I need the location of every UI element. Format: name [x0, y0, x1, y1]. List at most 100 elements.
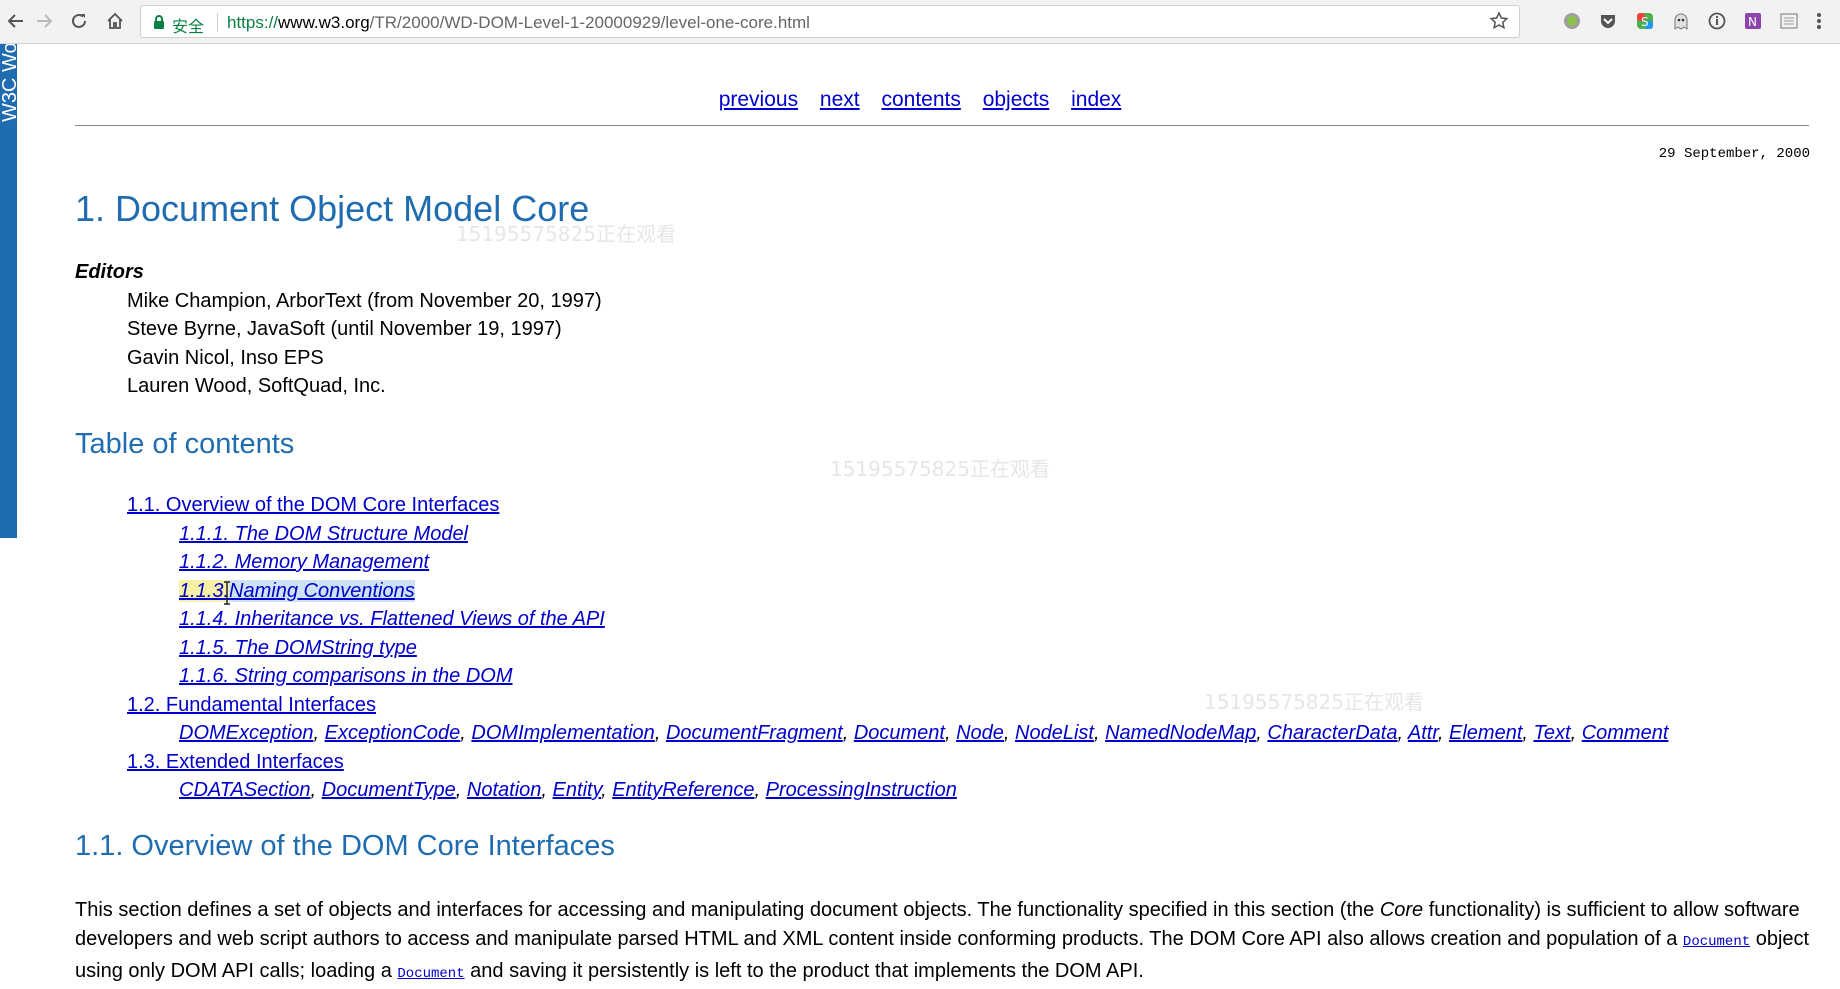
info-icon[interactable]	[1706, 10, 1728, 32]
ghost-icon[interactable]	[1670, 10, 1692, 32]
toc-link-1-1-4[interactable]: 1.1.4. Inheritance vs. Flattened Views o…	[179, 608, 605, 630]
toc-link-1-2[interactable]: 1.2. Fundamental Interfaces	[127, 694, 376, 716]
list-separator: ,	[1522, 722, 1534, 744]
publication-date: 29 September, 2000	[1658, 146, 1810, 162]
interface-link[interactable]: ProcessingInstruction	[766, 779, 957, 801]
reload-button[interactable]	[65, 7, 93, 35]
url-scheme: https://	[227, 13, 279, 32]
toc-heading: Table of contents	[75, 428, 295, 460]
viewer-watermark: 15195575825正在观看	[1204, 690, 1424, 714]
list-separator: ,	[842, 722, 854, 744]
interface-link-list: CDATASection, DocumentType, Notation, En…	[179, 779, 957, 802]
toc-link-1-1-2[interactable]: 1.1.2. Memory Management	[179, 551, 429, 573]
list-separator: ,	[1093, 722, 1106, 744]
interface-link[interactable]: Document	[854, 722, 945, 744]
interface-link[interactable]: CDATASection	[179, 779, 311, 801]
paragraph-text: This section defines a set of objects an…	[75, 899, 1380, 921]
pocket-icon[interactable]	[1597, 10, 1619, 32]
list-separator: ,	[541, 779, 553, 801]
viewer-watermark: 15195575825正在观看	[830, 457, 1050, 481]
paragraph-text: and saving it persistently is left to th…	[464, 960, 1144, 982]
interface-link[interactable]: Text	[1534, 722, 1571, 744]
toc-link-1-1[interactable]: 1.1. Overview of the DOM Core Interfaces	[127, 494, 499, 516]
lock-icon	[154, 15, 164, 29]
top-navigation: previous next contents objects index	[0, 88, 1840, 112]
forward-button[interactable]	[30, 7, 58, 35]
nav-index-link[interactable]: index	[1071, 88, 1121, 111]
toc-item: 1.3. Extended Interfaces	[127, 751, 344, 774]
nav-contents-link[interactable]: contents	[881, 88, 960, 111]
reader-icon[interactable]	[1778, 10, 1800, 32]
list-separator: ,	[754, 779, 766, 801]
interface-link[interactable]: DOMException	[179, 722, 314, 744]
editors-label: Editors	[75, 261, 144, 283]
colorful-s-icon[interactable]: S	[1634, 10, 1656, 32]
interface-link[interactable]: Entity	[553, 779, 602, 801]
document-code-link[interactable]: Document	[1683, 934, 1750, 950]
list-separator: ,	[310, 779, 322, 801]
nav-next-link[interactable]: next	[820, 88, 860, 111]
url-path: /TR/2000/WD-DOM-Level-1-20000929/level-o…	[369, 13, 810, 32]
address-divider	[217, 13, 218, 32]
interface-link[interactable]: DocumentFragment	[666, 722, 843, 744]
interface-link[interactable]: Element	[1449, 722, 1522, 744]
list-separator: ,	[944, 722, 957, 744]
home-icon	[107, 12, 123, 29]
list-separator: ,	[601, 779, 613, 801]
interface-link[interactable]: Comment	[1582, 722, 1669, 744]
toc-link-1-1-6[interactable]: 1.1.6. String comparisons in the DOM	[179, 665, 512, 687]
bookmark-star-icon[interactable]	[1489, 11, 1509, 31]
toc-item: 1.1.2. Memory Management	[179, 551, 429, 574]
forward-arrow-icon	[37, 14, 53, 28]
editor-name: Mike Champion, ArborText (from November …	[127, 290, 602, 312]
section-paragraph: This section defines a set of objects an…	[75, 896, 1815, 989]
status-ribbon[interactable]: W3C Working Draft	[0, 44, 17, 538]
nav-previous-link[interactable]: previous	[719, 88, 798, 111]
toc-item: 1.1.5. The DOMString type	[179, 637, 417, 660]
toc-link-1-1-5[interactable]: 1.1.5. The DOMString type	[179, 637, 417, 659]
toc-link-1-3[interactable]: 1.3. Extended Interfaces	[127, 751, 344, 773]
nav-objects-link[interactable]: objects	[983, 88, 1050, 111]
url-host: www.w3.org	[278, 13, 370, 32]
back-button[interactable]	[2, 7, 30, 35]
browser-toolbar: 安全 https://www.w3.org/TR/2000/WD-DOM-Lev…	[0, 0, 1840, 44]
menu-icon[interactable]	[1808, 10, 1830, 32]
url-text[interactable]: https://www.w3.org/TR/2000/WD-DOM-Level-…	[227, 13, 810, 33]
toc-item: 1.1.6. String comparisons in the DOM	[179, 665, 512, 688]
toc-link-1-1-3[interactable]: Naming Conventions	[229, 580, 415, 602]
interface-link[interactable]: NodeList	[1015, 722, 1094, 744]
back-arrow-icon	[7, 14, 23, 28]
home-button[interactable]	[101, 7, 129, 35]
editor-name: Gavin Nicol, Inso EPS	[127, 347, 324, 369]
list-separator: ,	[1437, 722, 1449, 744]
text-cursor-icon	[224, 581, 230, 605]
svg-text:S: S	[1641, 15, 1649, 29]
editor-name: Lauren Wood, SoftQuad, Inc.	[127, 375, 386, 397]
editor-name: Steve Byrne, JavaSoft (until November 19…	[127, 318, 562, 340]
page-title: 1. Document Object Model Core	[75, 188, 590, 229]
interface-link[interactable]: EntityReference	[612, 779, 754, 801]
interface-link[interactable]: CharacterData	[1267, 722, 1397, 744]
interface-link[interactable]: DocumentType	[322, 779, 456, 801]
list-separator: ,	[1570, 722, 1582, 744]
interface-link[interactable]: Notation	[467, 779, 542, 801]
section-heading: 1.1. Overview of the DOM Core Interfaces	[75, 830, 615, 862]
reload-icon	[72, 13, 86, 28]
interface-link[interactable]: Attr	[1408, 722, 1438, 744]
interface-link[interactable]: Node	[956, 722, 1004, 744]
list-separator: ,	[1397, 722, 1408, 744]
interface-link[interactable]: ExceptionCode	[325, 722, 461, 744]
green-dot-icon[interactable]	[1561, 10, 1583, 32]
list-separator: ,	[460, 722, 472, 744]
toc-item: 1.2. Fundamental Interfaces	[127, 694, 376, 717]
interface-link[interactable]: NamedNodeMap	[1105, 722, 1256, 744]
toc-item: 1.1.4. Inheritance vs. Flattened Views o…	[179, 608, 605, 631]
list-separator: ,	[654, 722, 666, 744]
interface-link-list: DOMException, ExceptionCode, DOMImplemen…	[179, 722, 1668, 745]
list-separator: ,	[455, 779, 467, 801]
interface-link[interactable]: DOMImplementation	[471, 722, 654, 744]
toc-link-1-1-1[interactable]: 1.1.1. The DOM Structure Model	[179, 523, 468, 545]
address-bar[interactable]: 安全 https://www.w3.org/TR/2000/WD-DOM-Lev…	[140, 5, 1520, 38]
onenote-icon[interactable]: N	[1742, 10, 1764, 32]
list-separator: ,	[1256, 722, 1268, 744]
